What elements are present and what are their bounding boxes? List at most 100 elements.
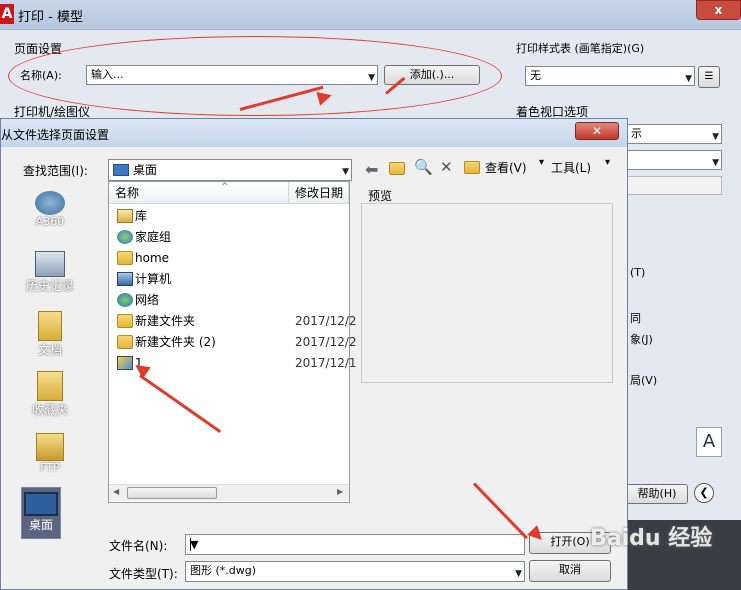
list-item[interactable]: 新建文件夹 (2) 2017/12/2 (109, 332, 357, 353)
dwg-file-icon (117, 356, 133, 370)
shade-plot-value: 示 (631, 127, 642, 140)
preview-pane (361, 203, 613, 383)
file-name: home (135, 251, 170, 265)
dialog-title: 从文件选择页面设置 (1, 128, 110, 142)
chevron-down-icon: ▼ (685, 74, 692, 84)
place-label: 桌面 (28, 518, 53, 532)
place-label: FTP (40, 461, 60, 474)
plot-style-combo[interactable]: 无 ▼ (525, 66, 695, 86)
list-item[interactable]: 新建文件夹 2017/12/2 (109, 311, 357, 332)
search-web-icon[interactable]: 🔍 (414, 158, 433, 176)
scrollbar-thumb[interactable] (127, 487, 217, 499)
column-header-label: 名称 (115, 186, 140, 200)
up-folder-icon[interactable] (389, 160, 405, 176)
place-history[interactable]: 历史记录 (9, 251, 91, 294)
chevron-down-icon: ▼ (515, 569, 522, 579)
place-a360[interactable]: A360 (9, 191, 91, 228)
list-item[interactable]: 库 (109, 206, 349, 227)
new-folder-icon[interactable] (464, 159, 480, 175)
horizontal-scrollbar[interactable]: ◀ ▶ (109, 484, 349, 501)
place-label: 文档 (37, 343, 62, 357)
chevron-down-icon: ▼ (712, 132, 719, 142)
tools-dropdown-icon[interactable]: ▾ (605, 157, 610, 168)
documents-icon (38, 311, 62, 341)
tools-menu[interactable]: 工具(L) (551, 159, 591, 176)
file-name: 计算机 (135, 272, 172, 286)
desktop-icon (24, 492, 58, 516)
place-favorites[interactable]: 收藏夹 (9, 371, 91, 418)
place-ftp[interactable]: FTP (9, 433, 91, 474)
place-desktop[interactable]: 桌面 (21, 487, 61, 539)
place-label: 历史记录 (25, 279, 74, 293)
computer-icon (117, 272, 133, 286)
quality-combo[interactable]: ▼ (626, 150, 722, 170)
views-menu[interactable]: 查看(V) (485, 159, 527, 176)
drawing-orientation-icon: A (696, 427, 722, 457)
place-documents[interactable]: 文档 (9, 311, 91, 358)
filename-input[interactable]: ▼ (185, 534, 525, 555)
filetype-combo[interactable]: 图形 (*.dwg) ▼ (185, 561, 525, 582)
baidu-watermark: Baidu 经验 (590, 526, 713, 551)
edit-plot-style-button[interactable]: ☰ (698, 66, 720, 88)
folder-icon (117, 335, 133, 349)
plot-style-value: 无 (530, 69, 541, 82)
places-bar (9, 185, 91, 535)
list-item[interactable]: home (109, 248, 349, 269)
help-button[interactable]: 帮助(H) (626, 484, 688, 504)
list-item[interactable]: 家庭组 (109, 227, 349, 248)
preview-label: 预览 (368, 189, 393, 203)
file-name: 新建文件夹 (135, 314, 196, 328)
filetype-value: 图形 (*.dwg) (190, 564, 257, 577)
file-name: 家庭组 (135, 230, 172, 244)
views-dropdown-icon[interactable]: ▾ (539, 157, 544, 168)
filetype-label: 文件类型(T): (109, 567, 178, 581)
ftp-icon (36, 433, 64, 461)
place-label: A360 (35, 215, 65, 228)
dpi-field[interactable] (626, 176, 722, 195)
dialog-close-button[interactable]: ✕ (575, 122, 619, 140)
desktop-icon (113, 164, 129, 176)
scroll-left-icon[interactable]: ◀ (113, 487, 119, 496)
select-page-setup-dialog: 从文件选择页面设置 ✕ 查找范围(I): 桌面 ▼ ⬅ 🔍 ✕ 查看(V) ▾ … (0, 118, 628, 590)
plot-style-group-title: 打印样式表 (画笔指定)(G) (516, 42, 645, 55)
library-icon (117, 209, 133, 223)
option-text-3: 象(J) (630, 333, 653, 346)
option-text-1: (T) (630, 266, 646, 279)
back-icon[interactable]: ⬅ (365, 160, 378, 179)
file-date: 2017/12/2 (295, 314, 357, 328)
list-item[interactable]: 计算机 (109, 269, 349, 290)
print-window-close-button[interactable]: x (696, 0, 741, 20)
chevron-down-icon: ▼ (712, 158, 719, 168)
homegroup-icon (117, 230, 133, 244)
text-cursor (190, 538, 191, 551)
expand-collapse-button[interactable]: ❮ (694, 483, 714, 503)
user-folder-icon (117, 251, 133, 265)
scroll-right-icon[interactable]: ▶ (337, 487, 343, 496)
file-list[interactable]: 名称 ^ 修改日期 库 家庭组 home 计算机 网络 新建文件夹 2017/1… (108, 181, 357, 503)
file-date: 2017/12/2 (295, 335, 357, 349)
print-window-titlebar (0, 0, 741, 30)
cancel-button[interactable]: 取消 (529, 560, 611, 582)
chevron-down-icon: ▼ (190, 538, 199, 551)
file-date: 2017/12/1 (295, 356, 357, 370)
favorites-icon (37, 371, 63, 401)
file-name: 新建文件夹 (2) (135, 335, 216, 349)
history-icon (35, 251, 65, 277)
cloud-icon (35, 191, 65, 215)
delete-icon[interactable]: ✕ (440, 158, 453, 176)
column-header-name[interactable]: 名称 ^ (109, 182, 289, 204)
option-text-4: 局(V) (630, 374, 658, 387)
lookin-label: 查找范围(I): (23, 164, 88, 178)
list-item[interactable]: 网络 (109, 290, 349, 311)
lookin-value: 桌面 (133, 163, 158, 177)
sort-ascending-icon: ^ (221, 182, 229, 192)
filename-label: 文件名(N): (109, 539, 168, 553)
shade-plot-combo[interactable]: 示 ▼ (626, 124, 722, 144)
file-name: 网络 (135, 293, 160, 307)
network-icon (117, 293, 133, 307)
autocad-logo-icon: A (0, 4, 14, 24)
print-window-title: 打印 - 模型 (18, 10, 83, 25)
lookin-combo[interactable]: 桌面 ▼ (108, 159, 352, 181)
column-header-date[interactable]: 修改日期 (289, 182, 349, 204)
edit-icon: ☰ (704, 71, 714, 82)
